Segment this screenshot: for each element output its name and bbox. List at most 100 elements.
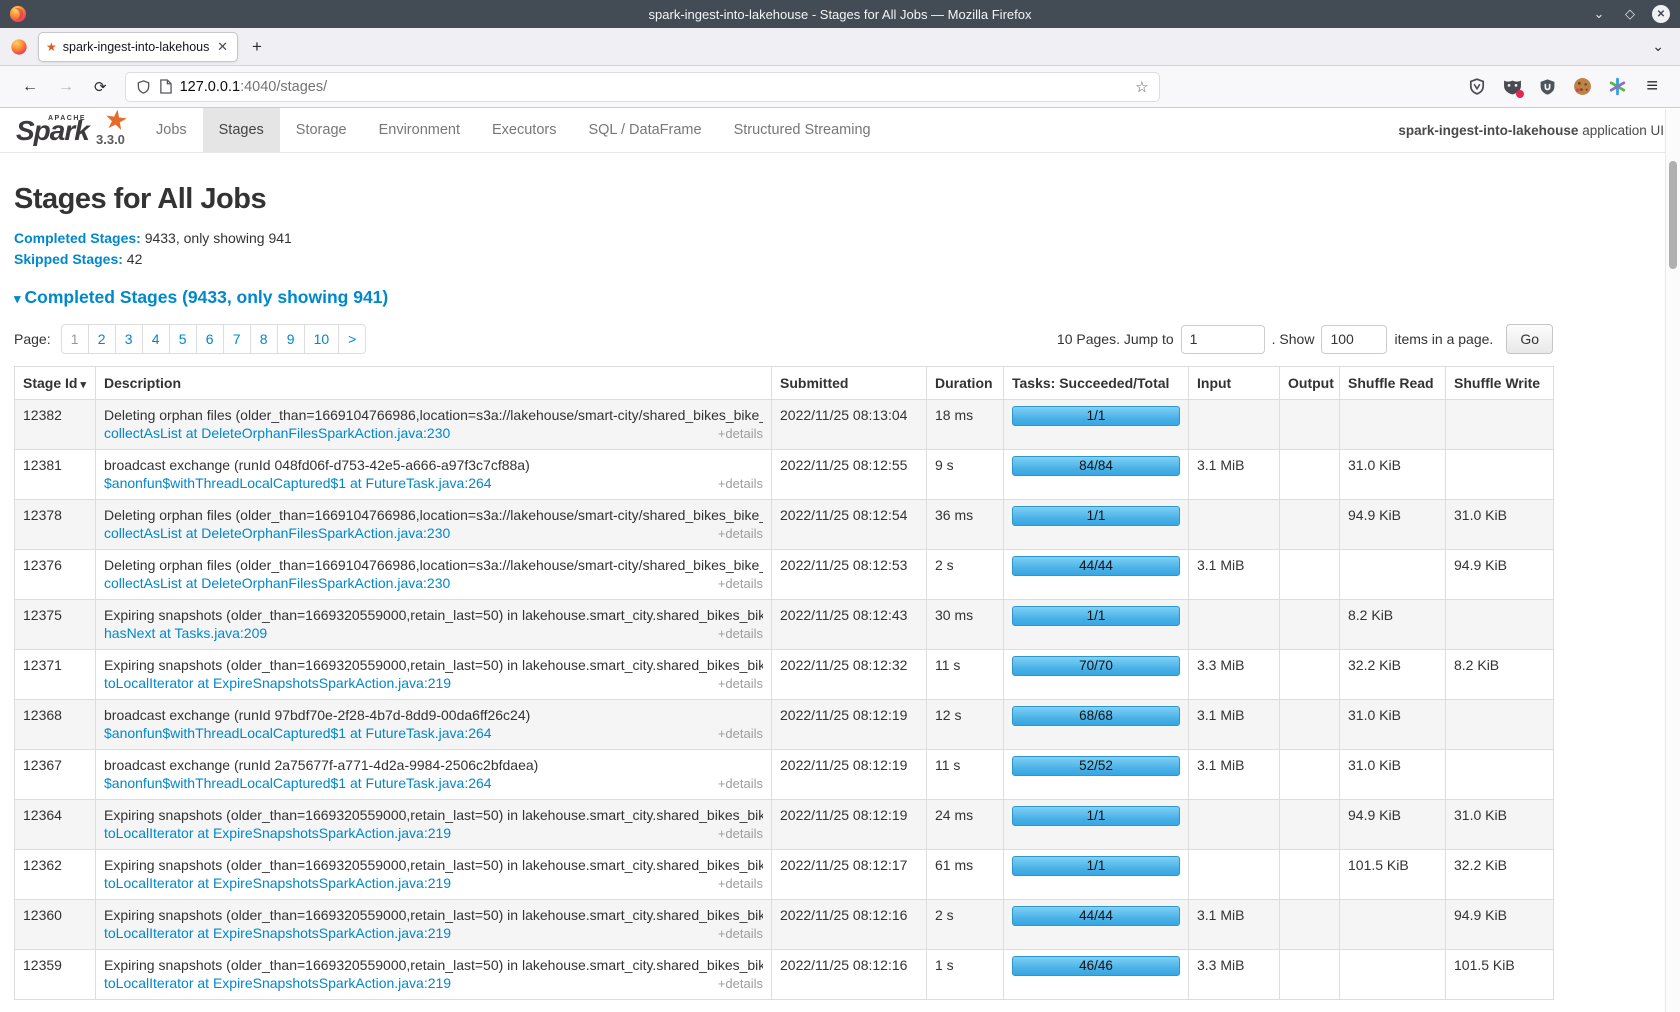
page-button-7[interactable]: 7 bbox=[223, 324, 251, 354]
column-header-duration[interactable]: Duration bbox=[927, 367, 1004, 400]
reload-button[interactable]: ⟳ bbox=[84, 78, 117, 96]
containers-mask-icon[interactable] bbox=[1502, 77, 1522, 97]
column-header-input[interactable]: Input bbox=[1189, 367, 1280, 400]
page-button-3[interactable]: 3 bbox=[115, 324, 143, 354]
show-count-input[interactable] bbox=[1321, 325, 1387, 354]
details-toggle[interactable]: +details bbox=[718, 775, 763, 793]
address-bar[interactable]: 127.0.0.1:4040/stages/ ☆ bbox=[125, 72, 1160, 102]
page-button-4[interactable]: 4 bbox=[142, 324, 170, 354]
page-button-6[interactable]: 6 bbox=[196, 324, 224, 354]
page-button-9[interactable]: 9 bbox=[277, 324, 305, 354]
column-header-description[interactable]: Description bbox=[96, 367, 772, 400]
stage-description: Expiring snapshots (older_than=166932055… bbox=[104, 606, 763, 624]
page-button-10[interactable]: 10 bbox=[304, 324, 340, 354]
page-button-8[interactable]: 8 bbox=[250, 324, 278, 354]
page-info-icon[interactable] bbox=[159, 79, 172, 94]
stage-id-cell: 12381 bbox=[15, 450, 96, 500]
column-header-shuffle-write[interactable]: Shuffle Write bbox=[1446, 367, 1554, 400]
details-toggle[interactable]: +details bbox=[718, 725, 763, 743]
completed-stages-link[interactable]: Completed Stages: bbox=[14, 230, 141, 246]
output-cell bbox=[1280, 850, 1340, 900]
stage-detail-link[interactable]: toLocalIterator at ExpireSnapshotsSparkA… bbox=[104, 674, 451, 692]
tab-close-icon[interactable]: ✕ bbox=[215, 39, 230, 55]
stage-detail-link[interactable]: collectAsList at DeleteOrphanFilesSparkA… bbox=[104, 424, 450, 442]
maximize-button[interactable]: ◇ bbox=[1621, 5, 1639, 23]
page-button-1[interactable]: 1 bbox=[61, 324, 89, 354]
stage-detail-link[interactable]: toLocalIterator at ExpireSnapshotsSparkA… bbox=[104, 824, 451, 842]
stage-description: Expiring snapshots (older_than=166932055… bbox=[104, 956, 763, 974]
details-toggle[interactable]: +details bbox=[718, 875, 763, 893]
table-row: 12367broadcast exchange (runId 2a75677f-… bbox=[15, 750, 1554, 800]
menu-icon[interactable]: ≡ bbox=[1642, 75, 1662, 98]
minimize-button[interactable]: ⌄ bbox=[1590, 5, 1608, 23]
column-header-tasks-succeeded-total[interactable]: Tasks: Succeeded/Total bbox=[1004, 367, 1189, 400]
details-toggle[interactable]: +details bbox=[718, 575, 763, 593]
page-scrollbar[interactable] bbox=[1665, 109, 1680, 1012]
stage-description: broadcast exchange (runId 97bdf70e-2f28-… bbox=[104, 706, 763, 724]
nav-item-storage[interactable]: Storage bbox=[280, 108, 363, 152]
back-button[interactable]: ← bbox=[12, 78, 48, 96]
scrollbar-thumb[interactable] bbox=[1669, 161, 1677, 269]
details-toggle[interactable]: +details bbox=[718, 475, 763, 493]
stage-description: Expiring snapshots (older_than=166932055… bbox=[104, 806, 763, 824]
stage-detail-link[interactable]: $anonfun$withThreadLocalCaptured$1 at Fu… bbox=[104, 774, 492, 792]
stage-detail-link[interactable]: toLocalIterator at ExpireSnapshotsSparkA… bbox=[104, 924, 451, 942]
stage-detail-link[interactable]: $anonfun$withThreadLocalCaptured$1 at Fu… bbox=[104, 724, 492, 742]
details-toggle[interactable]: +details bbox=[718, 925, 763, 943]
description-cell: Deleting orphan files (older_than=166910… bbox=[96, 500, 772, 550]
completed-stages-section-header[interactable]: ▾Completed Stages (9433, only showing 94… bbox=[14, 287, 1553, 308]
close-button[interactable]: ✕ bbox=[1652, 5, 1670, 23]
new-tab-button[interactable]: + bbox=[252, 37, 262, 57]
stage-detail-link[interactable]: toLocalIterator at ExpireSnapshotsSparkA… bbox=[104, 974, 451, 992]
list-tabs-chevron-icon[interactable]: ⌄ bbox=[1652, 38, 1664, 55]
task-progress-bar: 70/70 bbox=[1012, 656, 1180, 676]
skipped-stages-link[interactable]: Skipped Stages: bbox=[14, 251, 123, 267]
stage-detail-link[interactable]: hasNext at Tasks.java:209 bbox=[104, 624, 267, 642]
shuffle-read-cell: 101.5 KiB bbox=[1340, 850, 1446, 900]
submitted-cell: 2022/11/25 08:12:43 bbox=[772, 600, 927, 650]
page-next-button[interactable]: > bbox=[338, 324, 366, 354]
submitted-cell: 2022/11/25 08:12:53 bbox=[772, 550, 927, 600]
details-toggle[interactable]: +details bbox=[718, 675, 763, 693]
details-toggle[interactable]: +details bbox=[718, 525, 763, 543]
nav-item-jobs[interactable]: Jobs bbox=[140, 108, 203, 152]
details-toggle[interactable]: +details bbox=[718, 425, 763, 443]
details-toggle[interactable]: +details bbox=[718, 975, 763, 993]
description-cell: broadcast exchange (runId 048fd06f-d753-… bbox=[96, 450, 772, 500]
stage-detail-link[interactable]: toLocalIterator at ExpireSnapshotsSparkA… bbox=[104, 874, 451, 892]
nav-item-sql-dataframe[interactable]: SQL / DataFrame bbox=[572, 108, 717, 152]
page-button-2[interactable]: 2 bbox=[88, 324, 116, 354]
bookmark-star-icon[interactable]: ☆ bbox=[1135, 78, 1148, 96]
extension-asterisk-icon[interactable] bbox=[1607, 77, 1627, 97]
tasks-progress-cell: 1/1 bbox=[1004, 400, 1189, 450]
tasks-progress-cell: 52/52 bbox=[1004, 750, 1189, 800]
stage-description: Deleting orphan files (older_than=166910… bbox=[104, 556, 763, 574]
stage-detail-link[interactable]: collectAsList at DeleteOrphanFilesSparkA… bbox=[104, 524, 450, 542]
column-header-submitted[interactable]: Submitted bbox=[772, 367, 927, 400]
output-cell bbox=[1280, 400, 1340, 450]
column-header-shuffle-read[interactable]: Shuffle Read bbox=[1340, 367, 1446, 400]
stage-description: Expiring snapshots (older_than=166932055… bbox=[104, 656, 763, 674]
nav-item-structured-streaming[interactable]: Structured Streaming bbox=[718, 108, 887, 152]
nav-item-environment[interactable]: Environment bbox=[363, 108, 476, 152]
shield-extension-icon[interactable] bbox=[1467, 77, 1487, 97]
stage-id-cell: 12376 bbox=[15, 550, 96, 600]
tracking-shield-icon[interactable] bbox=[136, 79, 151, 95]
details-toggle[interactable]: +details bbox=[718, 825, 763, 843]
stage-detail-link[interactable]: collectAsList at DeleteOrphanFilesSparkA… bbox=[104, 574, 450, 592]
jump-to-input[interactable] bbox=[1181, 325, 1265, 354]
ublock-icon[interactable] bbox=[1537, 77, 1557, 97]
firefox-view-icon[interactable] bbox=[10, 38, 28, 56]
shuffle-read-cell: 94.9 KiB bbox=[1340, 800, 1446, 850]
cookie-icon[interactable] bbox=[1572, 77, 1592, 97]
nav-item-stages[interactable]: Stages bbox=[203, 108, 280, 152]
stage-detail-link[interactable]: $anonfun$withThreadLocalCaptured$1 at Fu… bbox=[104, 474, 492, 492]
page-button-5[interactable]: 5 bbox=[169, 324, 197, 354]
browser-tab[interactable]: ★ spark-ingest-into-lakehous ✕ bbox=[38, 32, 238, 62]
details-toggle[interactable]: +details bbox=[718, 625, 763, 643]
go-button[interactable]: Go bbox=[1506, 324, 1553, 354]
column-header-stage-id[interactable]: Stage Id▾ bbox=[15, 367, 96, 400]
column-header-output[interactable]: Output bbox=[1280, 367, 1340, 400]
nav-item-executors[interactable]: Executors bbox=[476, 108, 572, 152]
spark-logo[interactable]: APACHE Spark ★ 3.3.0 bbox=[12, 108, 140, 152]
